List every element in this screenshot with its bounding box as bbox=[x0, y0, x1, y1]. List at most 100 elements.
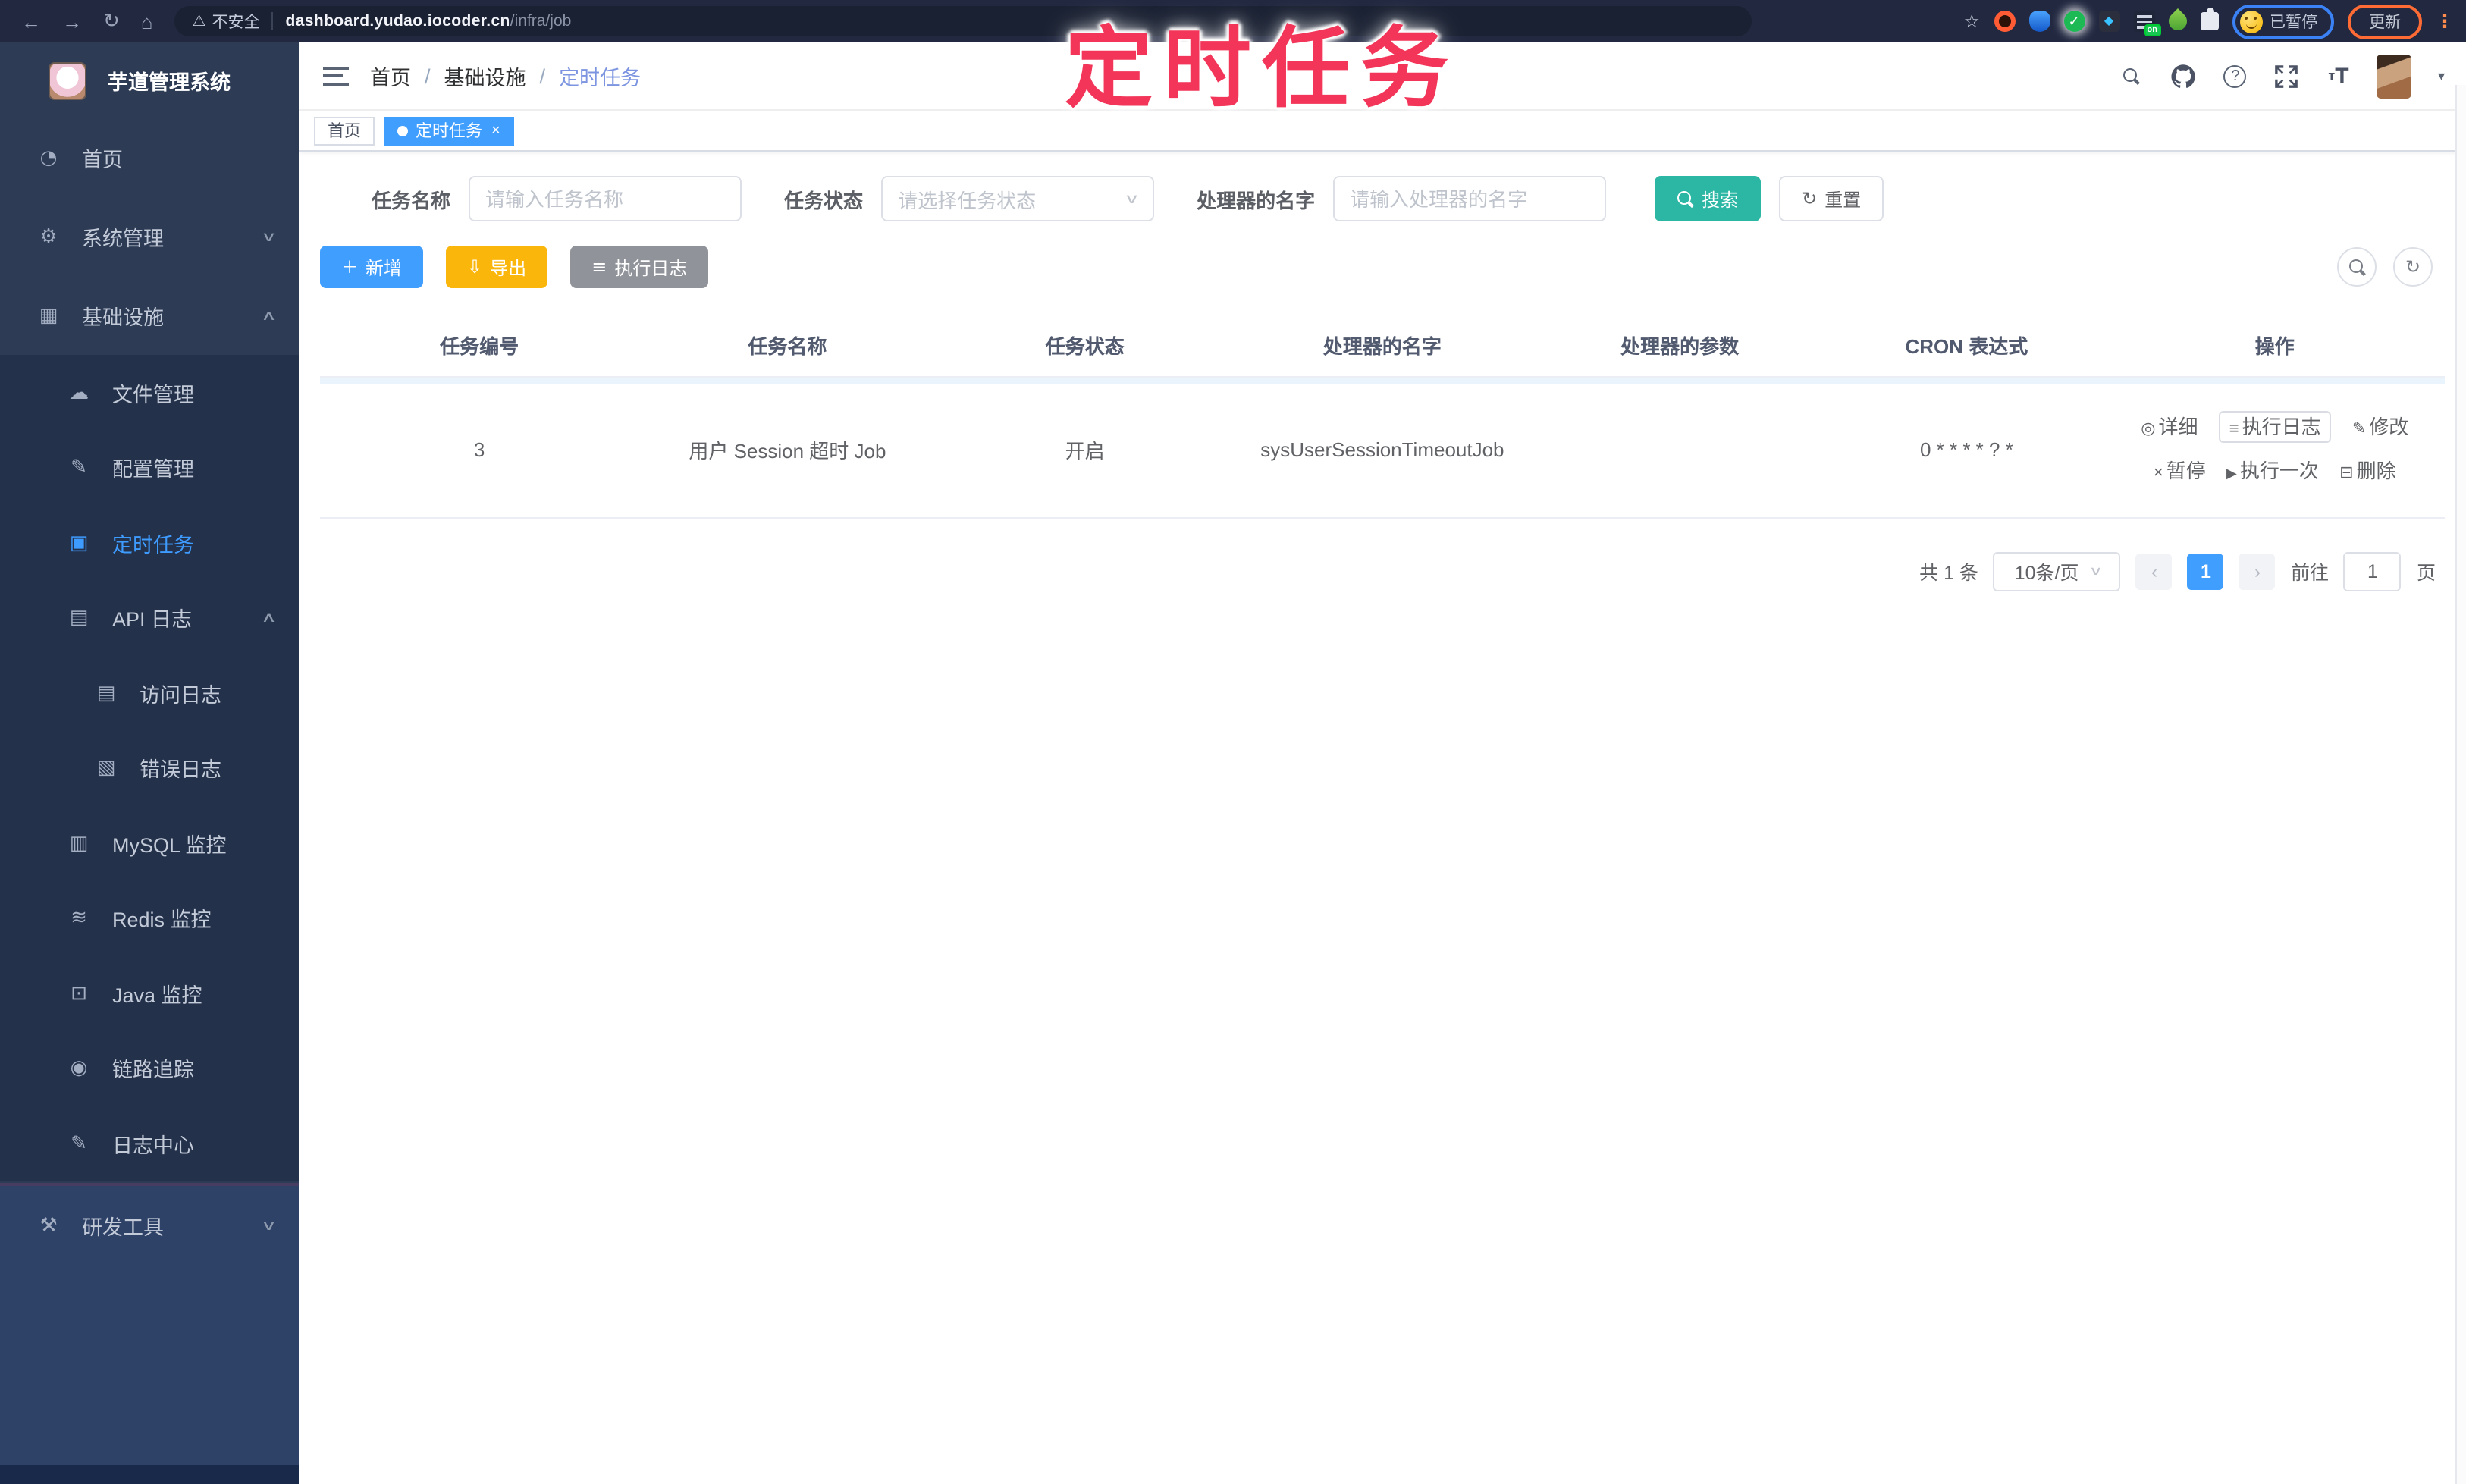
sidebar-item-trace[interactable]: 链路追踪 bbox=[0, 1031, 299, 1106]
screen: ← → ↻ ⌂ ⚠ 不安全 dashboard.yudao.iocoder.cn… bbox=[0, 0, 2466, 1484]
forward-icon[interactable]: → bbox=[62, 10, 82, 33]
hamburger-icon[interactable] bbox=[323, 66, 349, 86]
sidebar-item-label: 文件管理 bbox=[112, 383, 194, 406]
mysql-monitor-icon bbox=[67, 831, 91, 855]
sidebar-item-access-log[interactable]: 访问日志 bbox=[0, 655, 299, 730]
table-row: 3 用户 Session 超时 Job 开启 sysUserSessionTim… bbox=[320, 384, 2445, 518]
sidebar-logo-row[interactable]: 芋道管理系统 bbox=[0, 42, 299, 118]
font-size-icon[interactable]: тT bbox=[2326, 63, 2351, 89]
extension-green-icon[interactable]: ✓ bbox=[2063, 11, 2085, 32]
github-icon[interactable] bbox=[2171, 63, 2197, 89]
sidebar-item-redis-monitor[interactable]: Redis 监控 bbox=[0, 880, 299, 955]
job-name-input[interactable] bbox=[469, 176, 742, 221]
page-scrollbar[interactable] bbox=[2455, 85, 2466, 1484]
bookmark-star-icon[interactable]: ☆ bbox=[1963, 11, 1980, 32]
col-cron: CRON 表达式 bbox=[1828, 315, 2105, 377]
extension-orange-icon[interactable] bbox=[1994, 11, 2015, 32]
extension-blue-icon[interactable] bbox=[2028, 11, 2050, 32]
tab-scheduled-jobs[interactable]: 定时任务 × bbox=[384, 116, 514, 145]
run-once-link[interactable]: 执行一次 bbox=[2226, 460, 2319, 482]
table-header-row: 任务编号 任务名称 任务状态 处理器的名字 处理器的参数 CRON 表达式 操作 bbox=[320, 315, 2445, 377]
extension-list-icon[interactable]: on bbox=[2133, 11, 2160, 36]
sidebar-item-api-log[interactable]: API 日志 ∧ bbox=[0, 580, 299, 655]
execution-log-button[interactable]: 执行日志 bbox=[570, 246, 709, 288]
address-bar[interactable]: ⚠ 不安全 dashboard.yudao.iocoder.cn/infra/j… bbox=[174, 6, 1752, 36]
main-area: 首页 / 基础设施 / 定时任务 ? тT ▾ 首页 定时任务 × 任务名称 请… bbox=[299, 42, 2466, 1484]
edit-icon bbox=[2352, 420, 2366, 438]
extension-leaf-icon[interactable] bbox=[2164, 8, 2190, 34]
total-count: 共 1 条 bbox=[1919, 563, 1978, 584]
edit-icon bbox=[67, 456, 91, 480]
cell-handler-param bbox=[1531, 384, 1829, 518]
detail-link[interactable]: 详细 bbox=[2141, 416, 2198, 438]
job-icon bbox=[67, 531, 91, 555]
page-size-select[interactable]: 10条/页 ∨ bbox=[1993, 551, 2121, 591]
fullscreen-icon[interactable] bbox=[2274, 63, 2300, 89]
sidebar-item-error-log[interactable]: 错误日志 bbox=[0, 730, 299, 805]
sidebar-item-home[interactable]: 首页 bbox=[0, 118, 299, 197]
sidebar-item-java-monitor[interactable]: Java 监控 bbox=[0, 955, 299, 1031]
search-button[interactable]: 搜索 bbox=[1655, 176, 1762, 221]
page-content: 任务名称 任务状态 请选择任务状态 ∨ 处理器的名字 搜索 重置 新增 导出 bbox=[299, 152, 2466, 1484]
search-icon[interactable] bbox=[2119, 63, 2145, 89]
reset-button[interactable]: 重置 bbox=[1779, 176, 1884, 221]
extension-gem-icon[interactable]: ◆ bbox=[2098, 11, 2119, 32]
sidebar-submenu-infrastructure: 文件管理 配置管理 定时任务 API 日志 ∧ bbox=[0, 355, 299, 1181]
sidebar-item-label: 研发工具 bbox=[82, 1216, 164, 1239]
paused-extension-chip[interactable]: 已暂停 bbox=[2232, 4, 2334, 39]
sidebar-item-config-management[interactable]: 配置管理 bbox=[0, 430, 299, 505]
edit-link[interactable]: 修改 bbox=[2352, 416, 2408, 438]
goto-page-input[interactable] bbox=[2343, 551, 2402, 591]
sidebar-item-log-center[interactable]: 日志中心 bbox=[0, 1106, 299, 1181]
close-tab-icon[interactable]: × bbox=[491, 122, 500, 139]
goto-unit-label: 页 bbox=[2416, 563, 2436, 584]
access-log-icon bbox=[94, 681, 118, 705]
sidebar-item-file-management[interactable]: 文件管理 bbox=[0, 355, 299, 430]
avatar-caret-icon[interactable]: ▾ bbox=[2438, 67, 2445, 84]
play-icon bbox=[2226, 464, 2237, 482]
sidebar-item-system[interactable]: 系统管理 ∨ bbox=[0, 197, 299, 276]
back-icon[interactable]: ← bbox=[21, 10, 41, 33]
help-icon[interactable]: ? bbox=[2223, 63, 2248, 89]
chevron-down-icon: ∨ bbox=[2088, 564, 2103, 578]
breadcrumb-home[interactable]: 首页 bbox=[370, 61, 411, 91]
sidebar-item-scheduled-jobs[interactable]: 定时任务 bbox=[0, 505, 299, 580]
delete-link[interactable]: 删除 bbox=[2339, 460, 2395, 482]
security-label[interactable]: 不安全 bbox=[212, 10, 259, 33]
breadcrumb-separator: / bbox=[425, 64, 431, 87]
api-log-icon bbox=[67, 606, 91, 630]
job-name-label: 任务名称 bbox=[372, 189, 451, 212]
browser-menu-icon[interactable]: ⋮ bbox=[2436, 11, 2454, 32]
job-status-placeholder: 请选择任务状态 bbox=[898, 189, 1037, 212]
app-root: 芋道管理系统 首页 系统管理 ∨ 基础设施 ∧ bbox=[0, 42, 2466, 1484]
breadcrumb-infrastructure[interactable]: 基础设施 bbox=[444, 61, 526, 91]
run-log-link[interactable]: 执行日志 bbox=[2218, 411, 2332, 444]
pause-link[interactable]: 暂停 bbox=[2154, 460, 2206, 482]
sidebar-item-infrastructure[interactable]: 基础设施 ∧ bbox=[0, 276, 299, 355]
goto-label: 前往 bbox=[2290, 563, 2329, 584]
handler-name-input[interactable] bbox=[1333, 176, 1607, 221]
add-button[interactable]: 新增 bbox=[320, 246, 424, 288]
user-avatar[interactable] bbox=[2377, 54, 2412, 98]
cell-cron: 0 * * * * ? * bbox=[1828, 384, 2105, 518]
chevron-down-icon: ∨ bbox=[1124, 190, 1141, 206]
tab-home[interactable]: 首页 bbox=[314, 116, 375, 145]
next-page-button[interactable]: › bbox=[2239, 553, 2276, 589]
search-icon bbox=[1677, 190, 1694, 207]
reload-icon[interactable]: ↻ bbox=[103, 9, 120, 33]
toggle-search-button[interactable] bbox=[2337, 247, 2377, 287]
cell-job-name: 用户 Session 超时 Job bbox=[638, 384, 937, 518]
prev-page-button[interactable]: ‹ bbox=[2135, 553, 2173, 589]
refresh-table-button[interactable] bbox=[2393, 247, 2433, 287]
sidebar-item-label: Java 监控 bbox=[112, 984, 202, 1007]
browser-update-button[interactable]: 更新 bbox=[2348, 4, 2422, 39]
extensions-puzzle-icon[interactable] bbox=[2200, 8, 2218, 30]
page-1-button[interactable]: 1 bbox=[2187, 553, 2224, 589]
sidebar-item-dev-tools[interactable]: 研发工具 ∨ bbox=[0, 1186, 299, 1265]
tab-label: 定时任务 bbox=[416, 123, 482, 141]
sidebar-item-mysql-monitor[interactable]: MySQL 监控 bbox=[0, 805, 299, 880]
export-button[interactable]: 导出 bbox=[446, 246, 548, 288]
home-icon[interactable]: ⌂ bbox=[141, 10, 153, 33]
job-status-select[interactable]: 请选择任务状态 ∨ bbox=[881, 176, 1155, 221]
sidebar-dev-section: 研发工具 ∨ bbox=[0, 1183, 299, 1484]
